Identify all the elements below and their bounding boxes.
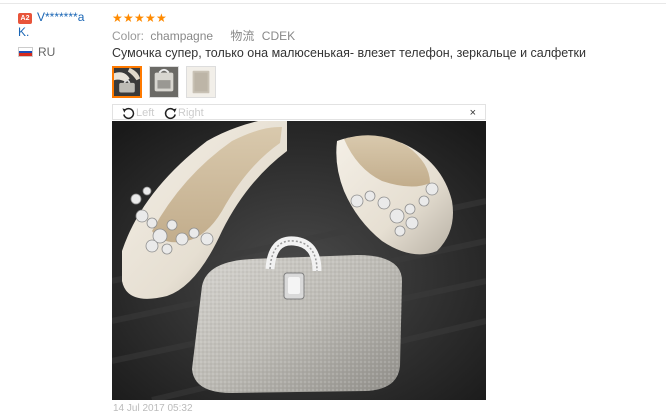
rotate-right-button[interactable]: Right — [163, 105, 204, 121]
photo-shoes-and-clutch — [112, 121, 486, 400]
star-icon: ★ — [123, 11, 134, 25]
rotate-left-label: Left — [136, 107, 155, 119]
rotate-left-icon — [122, 107, 135, 119]
photo-thumbnail-3[interactable] — [186, 66, 216, 98]
star-icon: ★ — [145, 11, 156, 25]
photo-thumbnail-2[interactable] — [149, 66, 179, 98]
rotate-right-icon — [164, 107, 177, 119]
top-divider — [0, 3, 666, 4]
photo-thumbnail-1[interactable] — [112, 66, 142, 98]
star-icon: ★ — [112, 11, 123, 25]
color-label: Color: — [112, 29, 145, 43]
russia-flag-icon — [18, 47, 33, 57]
color-value: champagne — [150, 29, 214, 43]
star-icon: ★ — [134, 11, 145, 25]
order-info: Color: champagne 物流 CDEK — [112, 29, 295, 43]
rotate-left-button[interactable]: Left — [121, 105, 154, 121]
user-level-badge: A2 — [18, 13, 32, 24]
review-date: 14 Jul 2017 05:32 — [113, 403, 193, 414]
user-name[interactable]: V*******a — [37, 11, 84, 24]
rotate-right-label: Right — [178, 107, 204, 119]
review-photo — [112, 121, 486, 400]
photo-thumbnails — [112, 66, 223, 98]
user-name-continued[interactable]: K. — [18, 26, 29, 39]
shipping-value: CDEK — [261, 29, 296, 43]
star-rating: ★ ★ ★ ★ ★ — [112, 12, 167, 24]
close-icon[interactable]: × — [470, 106, 476, 120]
photo-viewer: Left Right × — [112, 104, 486, 400]
review-text: Сумочка супер, только она малюсенькая- в… — [112, 46, 587, 60]
user-country: RU — [38, 45, 56, 59]
viewer-toolbar: Left Right × — [112, 104, 486, 120]
star-icon: ★ — [156, 11, 167, 25]
shipping-label: 物流 — [230, 29, 255, 43]
